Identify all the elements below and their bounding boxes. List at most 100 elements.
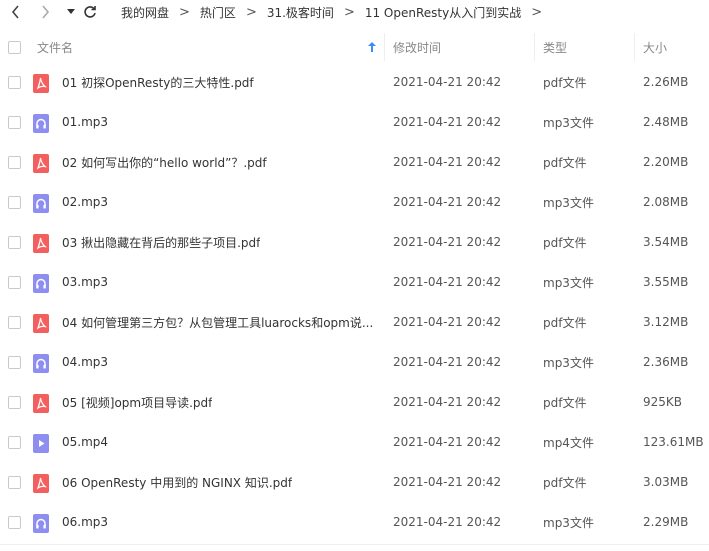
breadcrumb-separator-icon: > <box>531 5 543 20</box>
column-divider[interactable] <box>634 33 635 61</box>
file-modified-time: 2021-04-21 20:42 <box>393 155 502 169</box>
breadcrumb: 我的网盘 > 热门区 > 31.极客时间 > 11 OpenResty从入门到实… <box>121 0 552 25</box>
file-list: 01 初探OpenResty的三大特性.pdf 2021-04-21 20:42 p… <box>0 62 709 542</box>
navigation-bar: 我的网盘 > 热门区 > 31.极客时间 > 11 OpenResty从入门到实… <box>0 0 709 25</box>
row-checkbox[interactable] <box>8 476 21 489</box>
row-checkbox[interactable] <box>8 276 21 289</box>
row-checkbox[interactable] <box>8 156 21 169</box>
file-type: pdf文件 <box>543 235 587 250</box>
breadcrumb-separator-icon: > <box>245 5 257 20</box>
file-modified-time: 2021-04-21 20:42 <box>393 75 502 89</box>
breadcrumb-item[interactable]: 我的网盘 <box>121 4 169 21</box>
column-header-size[interactable]: 大小 <box>643 33 667 61</box>
row-checkbox[interactable] <box>8 316 21 329</box>
file-row[interactable]: 06 OpenResty 中用到的 NGINX 知识.pdf 2021-04-21… <box>0 462 709 502</box>
select-all-checkbox[interactable] <box>8 33 21 61</box>
column-header-modified[interactable]: 修改时间 <box>393 33 441 61</box>
row-checkbox[interactable] <box>8 356 21 369</box>
file-row[interactable]: 02.mp3 2021-04-21 20:42 mp3文件 2.08MB <box>0 182 709 222</box>
file-modified-time: 2021-04-21 20:42 <box>393 475 502 489</box>
file-row[interactable]: 05 [视频]opm项目导读.pdf 2021-04-21 20:42 pdf文件 9… <box>0 382 709 422</box>
sort-ascending-icon[interactable] <box>368 33 376 61</box>
file-modified-time: 2021-04-21 20:42 <box>393 275 502 289</box>
file-name[interactable]: 05 [视频]opm项目导读.pdf <box>62 382 212 422</box>
file-type: pdf文件 <box>543 75 587 90</box>
file-row[interactable]: 01 初探OpenResty的三大特性.pdf 2021-04-21 20:42 p… <box>0 62 709 102</box>
file-type: mp3文件 <box>543 515 594 530</box>
file-modified-time: 2021-04-21 20:42 <box>393 235 502 249</box>
forward-button[interactable] <box>37 4 53 20</box>
breadcrumb-item[interactable]: 热门区 <box>200 4 236 21</box>
file-modified-time: 2021-04-21 20:42 <box>393 115 502 129</box>
file-row[interactable]: 04.mp3 2021-04-21 20:42 mp3文件 2.36MB <box>0 342 709 382</box>
back-button[interactable] <box>8 4 24 20</box>
file-name[interactable]: 05.mp4 <box>62 422 108 462</box>
file-name[interactable]: 01.mp3 <box>62 102 108 142</box>
pdf-file-icon <box>33 234 49 253</box>
file-size: 3.54MB <box>643 235 689 249</box>
audio-file-icon <box>33 514 49 533</box>
file-type: mp3文件 <box>543 275 594 290</box>
column-header-name[interactable]: 文件名 <box>37 33 73 61</box>
row-checkbox[interactable] <box>8 236 21 249</box>
file-row[interactable]: 06.mp3 2021-04-21 20:42 mp3文件 2.29MB <box>0 502 709 542</box>
pdf-file-icon <box>33 154 49 173</box>
file-name[interactable]: 03.mp3 <box>62 262 108 302</box>
file-name[interactable]: 04.mp3 <box>62 342 108 382</box>
chevron-right-icon <box>42 5 50 19</box>
file-size: 123.61MB <box>643 435 704 449</box>
breadcrumb-separator-icon: > <box>179 5 190 20</box>
row-checkbox[interactable] <box>8 396 21 409</box>
file-row[interactable]: 01.mp3 2021-04-21 20:42 mp3文件 2.48MB <box>0 102 709 142</box>
row-checkbox[interactable] <box>8 436 21 449</box>
file-name[interactable]: 03 揪出隐藏在背后的那些子项目.pdf <box>62 222 260 262</box>
file-name[interactable]: 06.mp3 <box>62 502 108 542</box>
file-type: pdf文件 <box>543 315 587 330</box>
audio-file-icon <box>33 354 49 373</box>
breadcrumb-item[interactable]: 31.极客时间 <box>267 4 334 21</box>
file-row[interactable]: 05.mp4 2021-04-21 20:42 mp4文件 123.61MB <box>0 422 709 462</box>
file-name[interactable]: 02 如何写出你的“hello world”？.pdf <box>62 142 267 182</box>
file-size: 3.12MB <box>643 315 689 329</box>
pdf-file-icon <box>33 474 49 493</box>
file-type: mp4文件 <box>543 435 594 450</box>
audio-file-icon <box>33 274 49 293</box>
file-modified-time: 2021-04-21 20:42 <box>393 435 502 449</box>
column-header-type[interactable]: 类型 <box>543 33 567 61</box>
file-modified-time: 2021-04-21 20:42 <box>393 395 502 409</box>
file-name[interactable]: 06 OpenResty 中用到的 NGINX 知识.pdf <box>62 462 292 502</box>
row-checkbox[interactable] <box>8 116 21 129</box>
file-row[interactable]: 03 揪出隐藏在背后的那些子项目.pdf 2021-04-21 20:42 pdf文… <box>0 222 709 262</box>
file-name[interactable]: 01 初探OpenResty的三大特性.pdf <box>62 62 254 102</box>
checkbox-box[interactable] <box>8 40 21 54</box>
file-type: mp3文件 <box>543 115 594 130</box>
file-size: 2.26MB <box>643 75 689 89</box>
file-type: pdf文件 <box>543 395 587 410</box>
row-checkbox[interactable] <box>8 196 21 209</box>
file-size: 2.20MB <box>643 155 689 169</box>
file-name[interactable]: 04 如何管理第三方包？从包管理工具luarocks和opm说... <box>62 302 373 342</box>
file-modified-time: 2021-04-21 20:42 <box>393 355 502 369</box>
refresh-icon <box>84 6 96 18</box>
refresh-button[interactable] <box>82 4 98 20</box>
chevron-left-icon <box>11 5 19 19</box>
file-type: mp3文件 <box>543 355 594 370</box>
column-divider[interactable] <box>534 33 535 61</box>
audio-file-icon <box>33 114 49 133</box>
caret-down-icon <box>67 9 75 14</box>
file-row[interactable]: 02 如何写出你的“hello world”？.pdf 2021-04-21 20… <box>0 142 709 182</box>
file-row[interactable]: 04 如何管理第三方包？从包管理工具luarocks和opm说... 2021-0… <box>0 302 709 342</box>
file-type: pdf文件 <box>543 155 587 170</box>
row-checkbox[interactable] <box>8 76 21 89</box>
file-modified-time: 2021-04-21 20:42 <box>393 195 502 209</box>
history-dropdown-button[interactable] <box>63 4 79 20</box>
file-list-header: 文件名 修改时间 类型 大小 <box>0 33 709 61</box>
file-size: 2.48MB <box>643 115 689 129</box>
row-checkbox[interactable] <box>8 516 21 529</box>
column-divider[interactable] <box>384 33 385 61</box>
file-name[interactable]: 02.mp3 <box>62 182 108 222</box>
file-modified-time: 2021-04-21 20:42 <box>393 515 502 529</box>
audio-file-icon <box>33 194 49 213</box>
breadcrumb-item[interactable]: 11 OpenResty从入门到实战 <box>365 4 521 21</box>
file-row[interactable]: 03.mp3 2021-04-21 20:42 mp3文件 3.55MB <box>0 262 709 302</box>
